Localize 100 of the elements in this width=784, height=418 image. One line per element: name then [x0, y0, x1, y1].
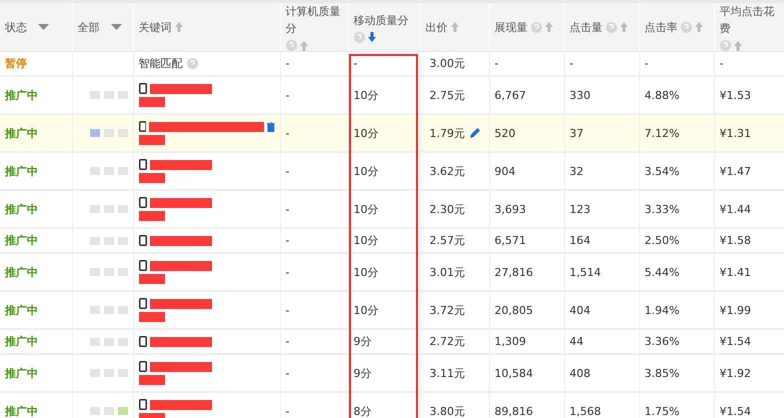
status-label: 推广中	[5, 234, 38, 247]
table-row[interactable]: 推广中 - 10分 2.57元 6,571 164 2.50% ¥1.58	[0, 228, 784, 253]
column-header[interactable]: 状态	[5, 18, 27, 36]
table-cell: 2.30元	[430, 202, 465, 216]
redaction-bar	[150, 84, 212, 94]
table-cell: 3.72元	[430, 302, 465, 318]
table-cell: 2.72元	[430, 334, 465, 349]
redaction-bar	[150, 160, 212, 170]
table-cell: 10分	[354, 126, 378, 140]
mobile-phone-icon	[138, 197, 146, 208]
table-cell: 4.88%	[644, 88, 680, 102]
sort-up-arrow-icon[interactable]	[734, 40, 742, 50]
table-row[interactable]: 推广中 - 9分 2.72元 1,309 44 3.36% ¥1.54	[0, 329, 784, 354]
redaction-bar	[150, 362, 212, 372]
table-cell: 1,568	[570, 404, 601, 418]
table-cell: ¥1.99	[720, 304, 751, 316]
table-cell: 3.80元	[430, 404, 465, 418]
pencil-icon[interactable]	[469, 127, 481, 139]
table-cell: ¥1.92	[720, 366, 751, 380]
table-row[interactable]: 推广中 - 10分 3.62元 904 32 3.54% ¥1.47	[0, 152, 784, 190]
mobile-phone-icon	[138, 361, 146, 372]
trash-icon[interactable]	[266, 122, 275, 132]
table-cell: 3.85%	[644, 366, 680, 380]
sort-up-arrow-icon[interactable]	[620, 22, 628, 32]
mobile-phone-icon	[138, 260, 146, 271]
table-cell: 27,816	[494, 266, 533, 278]
status-label: 推广中	[5, 126, 38, 140]
table-cell: ¥1.58	[720, 234, 751, 247]
table-cell: 1,309	[494, 335, 526, 348]
sort-up-arrow-icon[interactable]	[174, 22, 182, 32]
table-cell: 1.79元	[430, 126, 465, 140]
table-cell: 3,693	[494, 202, 526, 216]
table-cell: ¥1.31	[720, 126, 751, 140]
table-cell: ¥1.54	[720, 335, 751, 348]
table-row[interactable]: 推广中 - 8分 3.80元 89,816 1,568 1.75% ¥1.54	[0, 392, 784, 418]
status-label: 推广中	[5, 202, 38, 216]
table-cell: 1.75%	[644, 404, 680, 418]
table-cell: 404	[570, 304, 590, 316]
status-label: 推广中	[5, 366, 38, 380]
column-header[interactable]: 点击率	[644, 18, 678, 36]
mobile-phone-icon	[138, 83, 146, 94]
sort-down-arrow-icon[interactable]	[368, 32, 376, 42]
help-icon[interactable]	[680, 22, 692, 32]
table-cell: 37	[570, 126, 584, 140]
help-icon[interactable]	[606, 22, 616, 32]
status-label: 暂停	[5, 57, 27, 70]
table-cell: 2.50%	[644, 234, 680, 247]
table-row[interactable]: 推广中 - 10分 2.30元 3,693 123 3.33% ¥1.44	[0, 190, 784, 228]
sort-up-arrow-icon[interactable]	[544, 22, 552, 32]
table-cell: 3.62元	[430, 164, 465, 178]
column-header[interactable]: 全部	[78, 18, 100, 36]
table-cell: ¥1.47	[720, 164, 751, 178]
mobile-phone-icon	[138, 121, 146, 132]
sort-up-arrow-icon[interactable]	[450, 22, 458, 32]
table-row[interactable]: 推广中 - 10分 3.01元 27,816 1,514 5.44% ¥1.41	[0, 253, 784, 291]
table-cell: -	[570, 57, 574, 70]
status-label: 推广中	[5, 335, 38, 348]
status-label: 推广中	[5, 266, 38, 278]
help-icon[interactable]	[186, 58, 198, 69]
table-cell: -	[286, 202, 290, 216]
sort-up-arrow-icon[interactable]	[694, 22, 702, 32]
help-icon[interactable]	[286, 40, 296, 51]
table-row[interactable]: 推广中 - 10分 3.72元 20,805 404 1.94% ¥1.99	[0, 291, 784, 329]
table-cell: 3.54%	[644, 164, 680, 178]
dropdown-caret-icon[interactable]	[110, 24, 122, 30]
help-icon[interactable]	[530, 22, 542, 32]
table-cell: 3.11元	[430, 366, 465, 380]
column-header[interactable]: 点击量	[570, 18, 602, 36]
table-row[interactable]: 暂停 智能匹配 - - 3.00元 - - - -	[0, 52, 784, 76]
mobile-phone-icon	[138, 235, 146, 246]
table-cell: 520	[494, 126, 516, 140]
table-cell: 904	[494, 164, 516, 178]
table-cell: ¥1.53	[720, 88, 751, 102]
redaction-bar	[150, 298, 212, 308]
table-cell: 2.57元	[430, 233, 465, 248]
table-cell: 10分	[354, 88, 378, 102]
table-cell: ¥1.44	[720, 202, 751, 216]
column-header[interactable]: 出价	[426, 18, 448, 36]
redaction-bar	[150, 260, 212, 270]
redaction-bar	[150, 198, 212, 208]
table-row[interactable]: 推广中 - 10分 1.79元 520 37 7.12% ¥1.31	[0, 114, 784, 152]
table-cell: 3.36%	[644, 335, 680, 348]
column-header[interactable]: 展现量	[494, 18, 528, 36]
column-header[interactable]: 关键词	[138, 18, 172, 36]
mobile-phone-icon	[138, 336, 146, 347]
table-cell: -	[286, 266, 290, 278]
table-cell: -	[720, 57, 724, 70]
dropdown-caret-icon[interactable]	[38, 24, 49, 30]
table-cell: -	[286, 234, 290, 247]
table-cell: -	[494, 57, 498, 70]
sort-up-arrow-icon[interactable]	[300, 40, 308, 50]
table-cell: 3.01元	[430, 264, 465, 280]
table-cell: -	[354, 57, 358, 70]
table-cell: -	[286, 126, 290, 140]
mobile-phone-icon	[138, 399, 146, 410]
table-cell: -	[286, 164, 290, 178]
table-row[interactable]: 推广中 - 9分 3.11元 10,584 408 3.85% ¥1.92	[0, 354, 784, 392]
table-cell: 3.00元	[430, 56, 465, 71]
mobile-phone-icon	[138, 159, 146, 170]
help-icon[interactable]	[720, 40, 730, 51]
